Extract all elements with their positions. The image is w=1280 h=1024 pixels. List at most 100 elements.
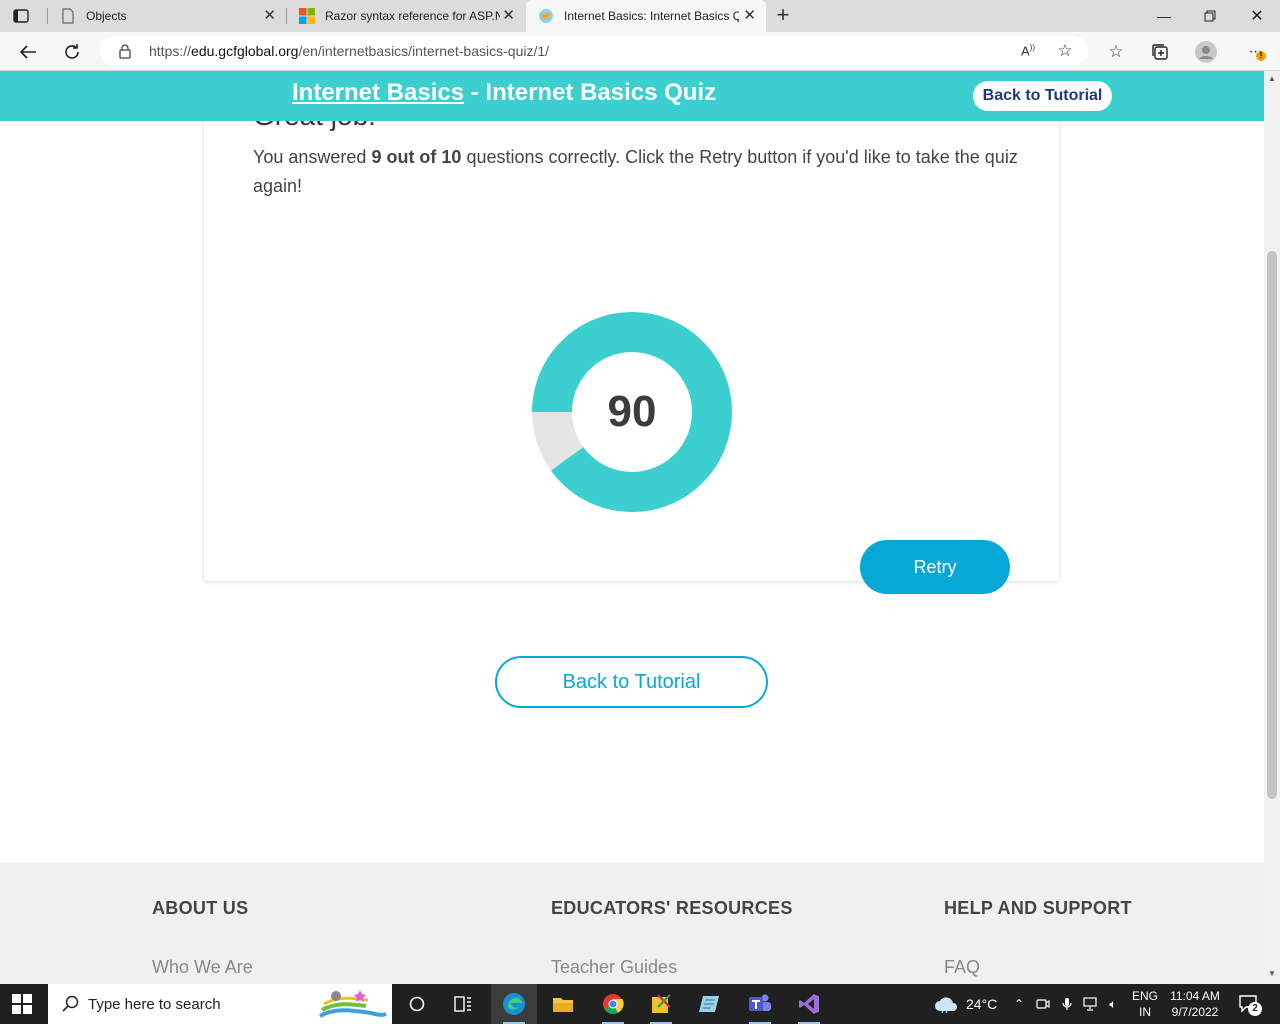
back-to-tutorial-button[interactable]: Back to Tutorial [495, 656, 768, 708]
search-placeholder: Type here to search [88, 996, 221, 1013]
read-aloud-button[interactable]: A)) [1015, 38, 1041, 64]
tab-internet-basics[interactable]: Internet Basics: Internet Basics Q ✕ [526, 0, 766, 32]
taskbar-notes-app[interactable] [687, 984, 733, 1024]
settings-more-button[interactable]: ··· ! [1242, 39, 1268, 65]
tab-title: Razor syntax reference for ASP.N [325, 9, 500, 23]
restore-button[interactable] [1187, 0, 1233, 32]
footer-link[interactable]: Teacher Guides [551, 957, 793, 978]
tab-objects[interactable]: Objects ✕ [48, 0, 286, 32]
read-aloud-icon: A)) [1021, 43, 1035, 59]
result-text: You answered 9 out of 10 questions corre… [253, 143, 1023, 201]
address-bar[interactable]: https://edu.gcfglobal.org/en/internetbas… [100, 36, 1088, 66]
close-icon[interactable]: ✕ [743, 8, 756, 24]
meet-now-button[interactable] [1034, 994, 1052, 1014]
refresh-button[interactable] [59, 39, 85, 65]
back-button[interactable] [15, 39, 41, 65]
profile-button[interactable] [1193, 39, 1219, 65]
footer-column-about: ABOUT US Who We Are [152, 898, 253, 978]
cortana-button[interactable] [394, 984, 440, 1024]
taskbar-sticky-app[interactable] [638, 984, 684, 1024]
clock[interactable]: 11:04 AM 9/7/2022 [1166, 988, 1224, 1020]
course-link[interactable]: Internet Basics [292, 79, 464, 106]
cloud-icon [935, 997, 957, 1013]
network-button[interactable] [1082, 994, 1100, 1014]
collections-icon [1152, 44, 1168, 60]
score-donut-chart: 90 [531, 311, 733, 513]
url-prefix: https:// [149, 43, 192, 59]
chrome-icon [603, 994, 624, 1014]
url-text: https://edu.gcfglobal.org/en/internetbas… [149, 43, 549, 59]
microphone-button[interactable] [1058, 994, 1076, 1014]
footer-heading: ABOUT US [152, 898, 249, 918]
search-highlight-icon [319, 990, 387, 1018]
tab-strip: Objects ✕ Razor syntax reference for ASP… [0, 0, 1280, 32]
speaker-icon: 🔈︎ [1109, 996, 1117, 1011]
quiz-result-card: Great job! You answered 9 out of 10 ques… [204, 71, 1059, 594]
cortana-icon [409, 996, 425, 1012]
windows-taskbar: Type here to search 24°C ⌃ 🔈︎ ENG IN 11:… [0, 984, 1280, 1024]
weather-widget[interactable] [928, 984, 964, 1024]
windows-logo-icon [12, 994, 32, 1014]
footer-link[interactable]: Who We Are [152, 957, 253, 978]
lock-icon [119, 44, 131, 59]
quiz-title: Internet Basics Quiz [485, 79, 717, 106]
tab-actions-icon [13, 9, 29, 23]
notification-center-button[interactable]: 2 [1238, 994, 1262, 1019]
taskbar-search-box[interactable]: Type here to search [48, 984, 392, 1024]
favorites-icon: ☆ [1108, 42, 1124, 61]
scroll-up-icon[interactable]: ▲ [1268, 74, 1276, 83]
folder-icon [553, 998, 573, 1012]
retry-button[interactable]: Retry [860, 540, 1010, 594]
task-view-button[interactable] [440, 984, 486, 1024]
region-code: IN [1139, 1005, 1151, 1019]
close-icon[interactable]: ✕ [263, 8, 276, 24]
site-header: Internet Basics - Internet Basics Quiz B… [0, 71, 1264, 121]
taskbar-chrome[interactable] [590, 984, 636, 1024]
taskbar-edge[interactable] [491, 984, 537, 1024]
score-value: 90 [607, 387, 657, 436]
taskbar-teams[interactable] [737, 984, 783, 1024]
minimize-button[interactable]: — [1141, 0, 1187, 32]
close-icon[interactable]: ✕ [502, 8, 515, 24]
footer-column-educators: EDUCATORS' RESOURCES Teacher Guides [551, 898, 793, 978]
tab-actions-button[interactable] [10, 6, 32, 26]
footer-heading: EDUCATORS' RESOURCES [551, 898, 793, 918]
start-button[interactable] [12, 994, 32, 1019]
favorites-button[interactable]: ☆ [1103, 39, 1129, 65]
header-back-to-tutorial-button[interactable]: Back to Tutorial [973, 81, 1112, 111]
footer-column-help: HELP AND SUPPORT FAQ [944, 898, 1132, 978]
clock-date: 9/7/2022 [1171, 1005, 1219, 1019]
gcf-globe-icon [539, 9, 553, 23]
search-icon [62, 995, 79, 1012]
scroll-down-icon[interactable]: ▼ [1268, 969, 1276, 978]
weather-temperature[interactable]: 24°C [966, 996, 997, 1012]
footer-link[interactable]: FAQ [944, 957, 1132, 978]
network-icon [1083, 997, 1097, 1011]
language-code: ENG [1132, 989, 1159, 1003]
add-favorite-button[interactable]: ☆ [1052, 38, 1078, 64]
tab-title: Internet Basics: Internet Basics Q [564, 9, 739, 23]
taskbar-file-explorer[interactable] [540, 984, 586, 1024]
language-indicator[interactable]: ENG IN [1132, 988, 1158, 1020]
close-window-button[interactable]: ✕ [1234, 0, 1280, 32]
scroll-thumb[interactable] [1267, 251, 1277, 799]
taskbar-visual-studio[interactable] [786, 984, 832, 1024]
new-tab-button[interactable]: + [770, 4, 796, 28]
chevron-up-icon: ⌃ [1013, 997, 1025, 1011]
tab-razor[interactable]: Razor syntax reference for ASP.N ✕ [287, 0, 525, 32]
collections-button[interactable] [1147, 39, 1173, 65]
arrow-left-icon [19, 45, 36, 59]
task-view-icon [454, 996, 471, 1012]
result-text-before: You answered [253, 147, 372, 167]
clock-time: 11:04 AM [1170, 989, 1220, 1003]
minimize-icon: — [1157, 8, 1171, 24]
volume-button[interactable]: 🔈︎ [1104, 994, 1122, 1014]
restore-icon [1204, 10, 1216, 22]
microsoft-logo-icon [299, 8, 315, 24]
plus-icon: + [776, 2, 790, 27]
warning-badge-icon: ! [1256, 51, 1266, 61]
page-scrollbar[interactable]: ▲ ▼ [1264, 71, 1280, 984]
show-hidden-icons-button[interactable]: ⌃ [1010, 994, 1028, 1014]
sticky-tool-icon [652, 994, 671, 1013]
url-host: edu.gcfglobal.org [191, 43, 299, 59]
